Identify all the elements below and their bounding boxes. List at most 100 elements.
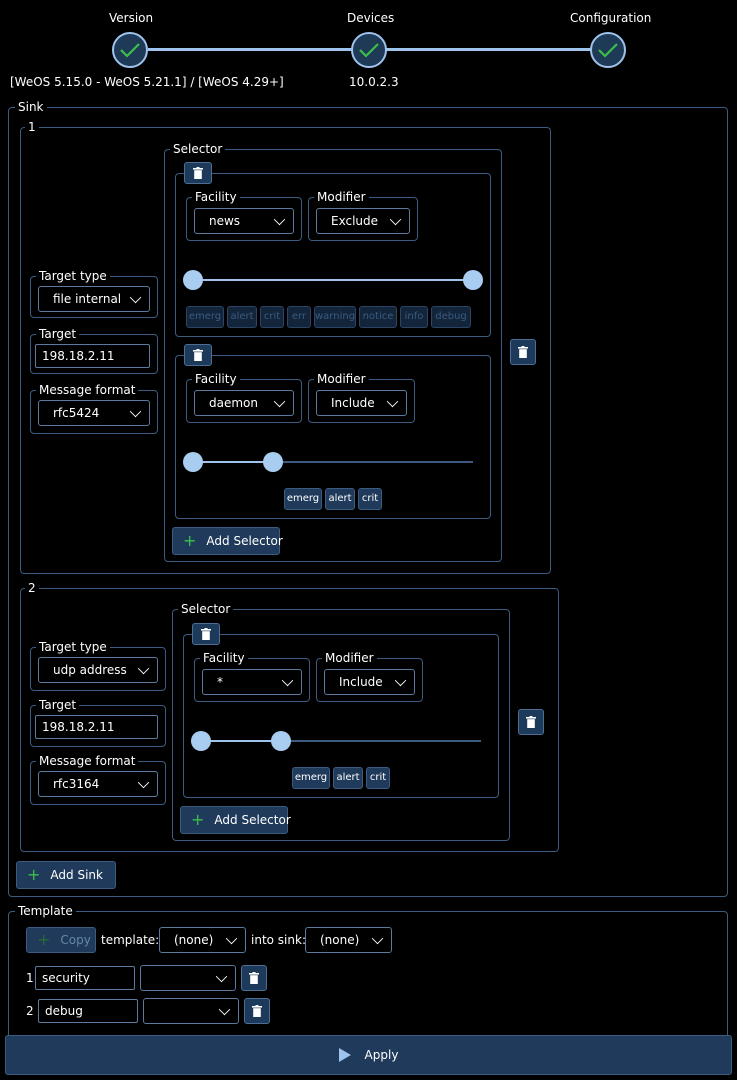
- slider-max-handle[interactable]: [263, 452, 283, 472]
- slider-range: [193, 461, 273, 463]
- level-chip-alert[interactable]: alert: [227, 306, 257, 328]
- modifier-label: Modifier: [322, 650, 377, 666]
- copy-button[interactable]: + Copy: [26, 927, 96, 953]
- facility-value: daemon: [209, 396, 258, 410]
- delete-selector-button[interactable]: [192, 623, 220, 645]
- slider-max-handle[interactable]: [271, 731, 291, 751]
- delete-selector-button[interactable]: [184, 162, 212, 184]
- message-format-value: rfc5424: [53, 406, 100, 420]
- chevron-down-icon: [137, 776, 150, 789]
- level-chip-err[interactable]: err: [287, 306, 311, 328]
- template-select[interactable]: (none): [159, 927, 246, 953]
- facility-label: Facility: [192, 371, 240, 387]
- step-version-label: Version: [109, 11, 154, 25]
- step-configuration-check-icon[interactable]: [590, 32, 626, 68]
- level-chip-info[interactable]: info: [400, 306, 428, 328]
- plus-icon: +: [37, 930, 51, 949]
- stepper: Version Devices Configuration [WeOS 5.15…: [0, 0, 737, 95]
- copy-label: Copy: [60, 933, 91, 947]
- step-devices-label: Devices: [347, 11, 395, 25]
- target-type-label: Target type: [36, 268, 110, 284]
- level-chip-emerg[interactable]: emerg: [284, 488, 322, 510]
- add-sink-button[interactable]: + Add Sink: [16, 861, 116, 889]
- sink-section-legend: Sink: [15, 99, 47, 115]
- chevron-down-icon: [386, 395, 399, 408]
- facility-label: Facility: [192, 189, 240, 205]
- slider-min-handle[interactable]: [183, 452, 203, 472]
- chevron-down-icon: [371, 932, 384, 945]
- add-selector-button[interactable]: + Add Selector: [180, 806, 291, 834]
- level-chip-alert[interactable]: alert: [325, 488, 355, 510]
- level-chip-emerg[interactable]: emerg: [186, 306, 224, 328]
- facility-value: news: [209, 214, 241, 228]
- target-input[interactable]: 198.18.2.11: [35, 344, 150, 368]
- facility-select[interactable]: news: [194, 208, 294, 234]
- into-sink-select[interactable]: (none): [305, 927, 392, 953]
- step-configuration-label: Configuration: [570, 11, 652, 25]
- chevron-down-icon: [394, 674, 407, 687]
- template-name-value: debug: [45, 1004, 83, 1018]
- message-format-select[interactable]: rfc3164: [38, 771, 158, 797]
- plus-icon: +: [183, 531, 197, 550]
- add-selector-label: Add Selector: [206, 534, 283, 548]
- delete-template-button[interactable]: [244, 998, 270, 1024]
- modifier-select[interactable]: Include: [324, 669, 415, 695]
- chevron-down-icon: [215, 970, 228, 983]
- level-chip-crit[interactable]: crit: [260, 306, 284, 328]
- target-type-select[interactable]: file internal: [38, 286, 150, 312]
- chevron-down-icon: [225, 932, 238, 945]
- apply-button[interactable]: Apply: [5, 1035, 732, 1075]
- stepper-connector: [148, 48, 354, 51]
- level-chip-debug[interactable]: debug: [431, 306, 471, 328]
- level-chip-crit[interactable]: crit: [366, 767, 390, 789]
- target-input[interactable]: 198.18.2.11: [35, 715, 158, 739]
- template-name-value: security: [42, 971, 90, 985]
- modifier-select[interactable]: Include: [316, 390, 407, 416]
- slider-min-handle[interactable]: [191, 731, 211, 751]
- facility-label: Facility: [200, 650, 248, 666]
- facility-select[interactable]: *: [202, 669, 302, 695]
- message-format-select[interactable]: rfc5424: [38, 400, 150, 426]
- level-chip-notice[interactable]: notice: [359, 306, 397, 328]
- template-legend: Template: [15, 903, 76, 919]
- trash-icon: [252, 1005, 262, 1017]
- sink-number: 2: [25, 580, 39, 596]
- chevron-down-icon: [129, 405, 142, 418]
- modifier-value: Include: [331, 396, 375, 410]
- delete-template-button[interactable]: [241, 965, 267, 991]
- slider-range: [193, 279, 473, 281]
- template-row-number: 2: [26, 1004, 34, 1018]
- sink-number: 1: [25, 119, 39, 135]
- template-row-select[interactable]: [140, 965, 236, 991]
- template-row-select[interactable]: [143, 998, 239, 1024]
- step-version-check-icon[interactable]: [112, 32, 148, 68]
- chevron-down-icon: [273, 395, 286, 408]
- modifier-select[interactable]: Exclude: [316, 208, 410, 234]
- target-type-select[interactable]: udp address: [38, 657, 158, 683]
- selector-legend: Selector: [178, 601, 234, 617]
- delete-sink-button[interactable]: [518, 709, 544, 735]
- chevron-down-icon: [218, 1003, 231, 1016]
- target-label: Target: [36, 326, 80, 342]
- slider-range: [201, 740, 281, 742]
- add-sink-label: Add Sink: [50, 868, 103, 882]
- add-selector-button[interactable]: + Add Selector: [172, 527, 283, 555]
- level-chip-crit[interactable]: crit: [358, 488, 382, 510]
- trash-icon: [193, 349, 203, 361]
- template-name-input[interactable]: debug: [38, 999, 138, 1023]
- message-format-label: Message format: [36, 382, 139, 398]
- facility-select[interactable]: daemon: [194, 390, 294, 416]
- step-version-subtitle: [WeOS 5.15.0 - WeOS 5.21.1] / [WeOS 4.29…: [10, 75, 284, 89]
- level-chip-warning[interactable]: warning: [314, 306, 356, 328]
- trash-icon: [526, 716, 536, 728]
- slider-max-handle[interactable]: [463, 270, 483, 290]
- delete-selector-button[interactable]: [184, 344, 212, 366]
- chevron-down-icon: [137, 662, 150, 675]
- template-name-input[interactable]: security: [35, 966, 135, 990]
- add-selector-label: Add Selector: [214, 813, 291, 827]
- level-chip-alert[interactable]: alert: [333, 767, 363, 789]
- step-devices-check-icon[interactable]: [351, 32, 387, 68]
- delete-sink-button[interactable]: [510, 339, 536, 365]
- slider-min-handle[interactable]: [183, 270, 203, 290]
- level-chip-emerg[interactable]: emerg: [292, 767, 330, 789]
